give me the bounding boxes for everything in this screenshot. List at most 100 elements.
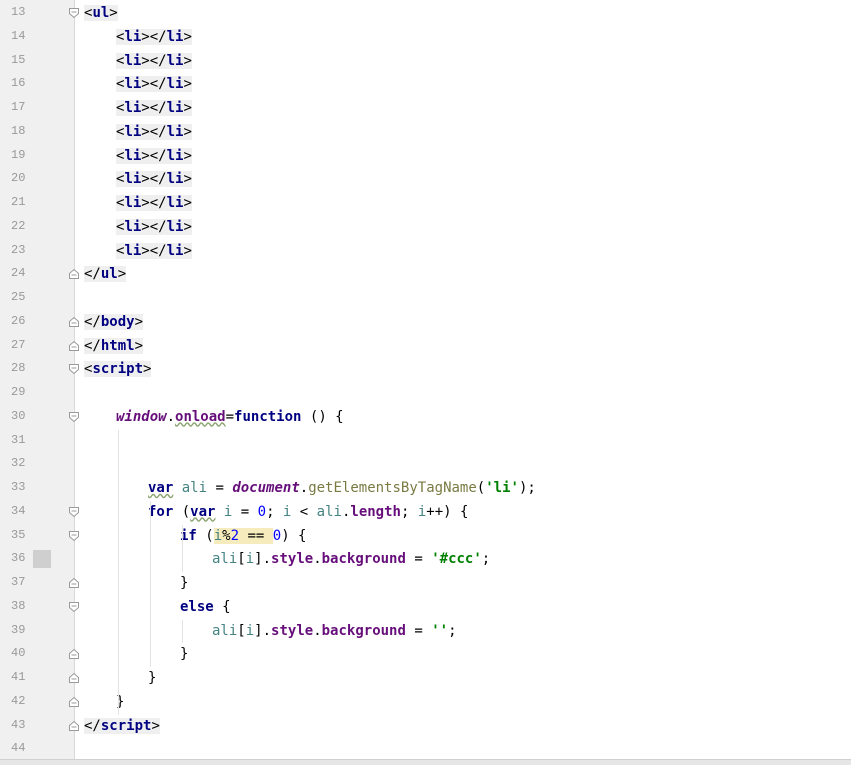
code-line[interactable]: 19 <li></li>: [0, 145, 851, 169]
code-line[interactable]: 16 <li></li>: [0, 73, 851, 97]
code-text: </html>: [84, 337, 144, 354]
code-line[interactable]: 40}: [0, 643, 851, 667]
fold-expand-icon[interactable]: [68, 506, 80, 518]
code-token: html: [100, 337, 135, 354]
line-number[interactable]: 22: [11, 219, 37, 233]
code-token: </: [84, 717, 101, 734]
line-number[interactable]: 16: [11, 76, 37, 90]
fold-expand-icon[interactable]: [68, 363, 80, 375]
code-line[interactable]: 31: [0, 430, 851, 454]
code-text: <li></li>: [116, 171, 192, 188]
fold-expand-icon[interactable]: [68, 601, 80, 613]
code-line[interactable]: 43 </script>: [0, 715, 851, 739]
code-line[interactable]: 24 </ul>: [0, 263, 851, 287]
line-number[interactable]: 21: [11, 195, 37, 209]
code-line[interactable]: 20 <li></li>: [0, 168, 851, 192]
code-token: ></: [141, 52, 167, 69]
line-number[interactable]: 20: [11, 171, 37, 185]
code-line[interactable]: 42}: [0, 691, 851, 715]
code-token: li: [124, 218, 142, 235]
code-line[interactable]: 28 <script>: [0, 358, 851, 382]
line-number[interactable]: 23: [11, 243, 37, 257]
code-token: ></: [141, 123, 167, 140]
fold-collapse-icon[interactable]: [68, 648, 80, 660]
code-line[interactable]: 35 if (i%2 == 0) {: [0, 525, 851, 549]
code-text: var ali = document.getElementsByTagName(…: [148, 480, 536, 496]
code-text: <li></li>: [116, 52, 192, 69]
line-number[interactable]: 19: [11, 148, 37, 162]
code-token: '#ccc': [431, 551, 482, 568]
code-token: ;: [481, 551, 491, 568]
code-line[interactable]: 34 for (var i = 0; i < ali.length; i++) {: [0, 501, 851, 525]
code-line[interactable]: 37}: [0, 572, 851, 596]
line-number[interactable]: 18: [11, 124, 37, 138]
code-line[interactable]: 14 <li></li>: [0, 26, 851, 50]
code-line[interactable]: 17 <li></li>: [0, 97, 851, 121]
code-token: i: [213, 527, 223, 544]
code-line[interactable]: 32: [0, 453, 851, 477]
code-line[interactable]: 23 <li></li>: [0, 240, 851, 264]
code-line[interactable]: 26 </body>: [0, 311, 851, 335]
code-line[interactable]: 39 ali[i].style.background = '';: [0, 620, 851, 644]
line-number[interactable]: 39: [11, 623, 37, 637]
code-line[interactable]: 38 else {: [0, 596, 851, 620]
code-token: ali: [316, 503, 342, 520]
code-token: li: [166, 218, 184, 235]
line-number[interactable]: 28: [11, 361, 37, 375]
line-number[interactable]: 15: [11, 53, 37, 67]
line-number[interactable]: 26: [11, 314, 37, 328]
fold-expand-icon[interactable]: [68, 411, 80, 423]
code-line[interactable]: 18 <li></li>: [0, 121, 851, 145]
line-number[interactable]: 43: [11, 718, 37, 732]
code-line[interactable]: 13 <ul>: [0, 2, 851, 26]
line-number[interactable]: 37: [11, 575, 37, 589]
fold-collapse-icon[interactable]: [68, 577, 80, 589]
line-number[interactable]: 30: [11, 409, 37, 423]
code-line[interactable]: 25: [0, 287, 851, 311]
fold-collapse-icon[interactable]: [68, 696, 80, 708]
code-token: 0: [257, 503, 267, 520]
line-number[interactable]: 42: [11, 694, 37, 708]
code-line[interactable]: 41}: [0, 667, 851, 691]
fold-collapse-icon[interactable]: [68, 720, 80, 732]
fold-expand-icon[interactable]: [68, 530, 80, 542]
line-number[interactable]: 24: [11, 266, 37, 280]
line-number[interactable]: 32: [11, 456, 37, 470]
line-number[interactable]: 14: [11, 29, 37, 43]
line-number[interactable]: 13: [11, 5, 37, 19]
code-editor[interactable]: 13 <ul> 14 <li></li> 15 <li></li> 16 <li></li> 1…: [0, 0, 851, 765]
fold-collapse-icon[interactable]: [68, 672, 80, 684]
line-number[interactable]: 35: [11, 528, 37, 542]
code-line[interactable]: 30 window.onload=function () {: [0, 406, 851, 430]
line-number[interactable]: 44: [11, 741, 37, 755]
code-line[interactable]: 36 ali[i].style.background = '#ccc';: [0, 548, 851, 572]
line-number[interactable]: 34: [11, 504, 37, 518]
code-token: <: [291, 503, 317, 520]
code-token: .: [313, 551, 322, 568]
line-number[interactable]: 17: [11, 100, 37, 114]
line-number[interactable]: 25: [11, 290, 37, 304]
code-text: }: [148, 670, 156, 686]
fold-collapse-icon[interactable]: [68, 316, 80, 328]
line-number[interactable]: 27: [11, 338, 37, 352]
fold-expand-icon[interactable]: [68, 7, 80, 19]
code-token: script: [92, 361, 144, 378]
line-number[interactable]: 38: [11, 599, 37, 613]
code-line[interactable]: 22 <li></li>: [0, 216, 851, 240]
code-line[interactable]: 29: [0, 382, 851, 406]
code-line[interactable]: 27 </html>: [0, 335, 851, 359]
line-number[interactable]: 33: [11, 480, 37, 494]
fold-collapse-icon[interactable]: [68, 340, 80, 352]
horizontal-scrollbar[interactable]: [0, 759, 851, 765]
fold-collapse-icon[interactable]: [68, 268, 80, 280]
code-line[interactable]: 21 <li></li>: [0, 192, 851, 216]
code-text: <li></li>: [116, 123, 192, 140]
code-token: =: [232, 503, 258, 520]
line-number[interactable]: 29: [11, 385, 37, 399]
line-number[interactable]: 40: [11, 646, 37, 660]
line-number[interactable]: 31: [11, 433, 37, 447]
line-number[interactable]: 41: [11, 670, 37, 684]
code-line[interactable]: 15 <li></li>: [0, 50, 851, 74]
code-line[interactable]: 33 var ali = document.getElementsByTagNam…: [0, 477, 851, 501]
breakpoint-marker[interactable]: [33, 550, 51, 569]
